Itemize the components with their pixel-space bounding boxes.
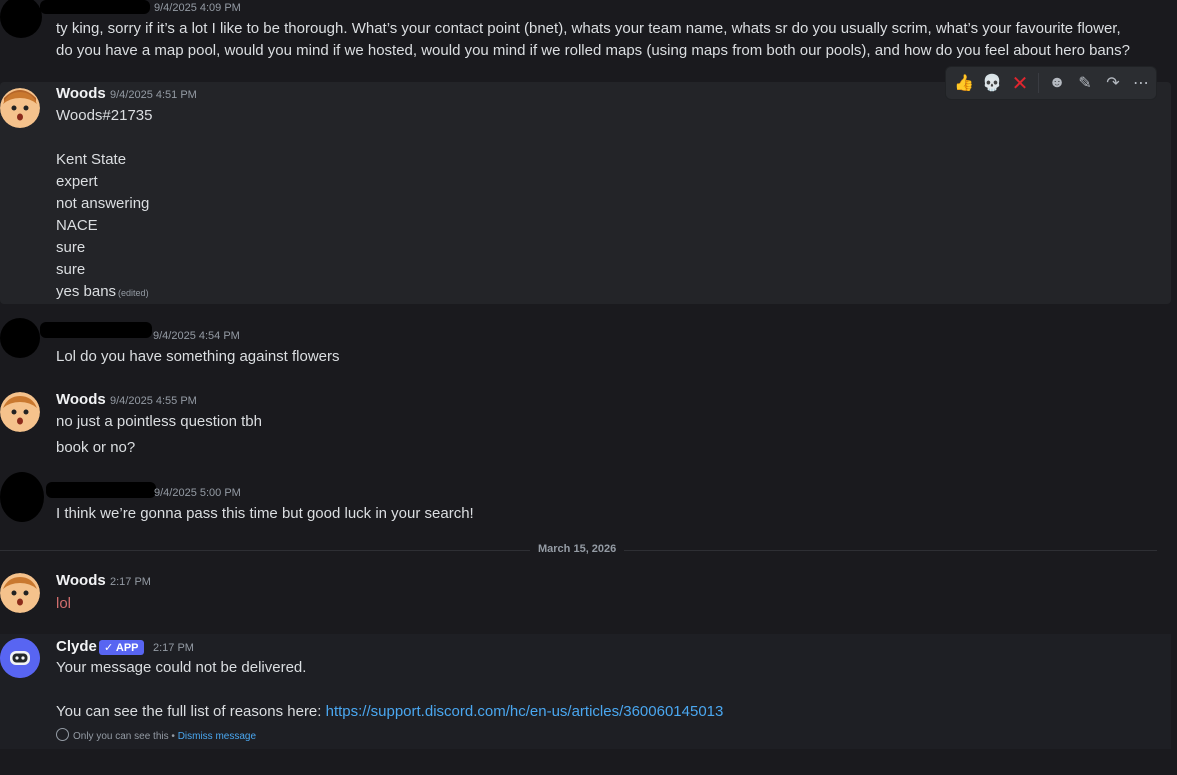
avatar[interactable] <box>0 573 40 613</box>
message-actions-toolbar: 👍 💀 ✕ ☻ ✎ ↷ ⋯ <box>945 66 1157 100</box>
author-name[interactable]: Clyde <box>56 638 97 655</box>
timestamp: 9/4/2025 4:09 PM <box>154 2 241 14</box>
timestamp: 9/4/2025 4:51 PM <box>110 89 197 101</box>
message-text: You can see the full list of reasons her… <box>56 703 326 720</box>
message-line-last: yes bans (edited) <box>56 281 1151 304</box>
timestamp: 9/4/2025 4:55 PM <box>110 395 197 407</box>
redacted-username <box>40 0 150 14</box>
ephemeral-note: Only you can see this • Dismiss message <box>56 728 1151 745</box>
redacted-username <box>40 322 152 338</box>
add-reaction-icon[interactable]: ☻ <box>1047 73 1067 93</box>
message-text: do you have a map pool, would you mind i… <box>56 42 1130 59</box>
message-2[interactable]: Woods 9/4/2025 4:51 PM Woods#21735 Kent … <box>0 82 1171 304</box>
timestamp: 9/4/2025 5:00 PM <box>154 487 241 499</box>
support-link[interactable]: https://support.discord.com/hc/en-us/art… <box>326 703 724 720</box>
more-icon[interactable]: ⋯ <box>1131 73 1151 93</box>
message-line: sure <box>56 239 86 256</box>
separator: • <box>171 731 175 742</box>
message-7-system: Clyde ✓ APP 2:17 PM Your message could n… <box>0 634 1171 749</box>
message-line: not answering <box>56 195 150 212</box>
message-text: Lol do you have something against flower… <box>56 348 340 365</box>
avatar[interactable] <box>0 88 40 128</box>
app-badge-label: APP <box>115 642 139 654</box>
message-line: yes bans <box>56 283 117 300</box>
author-name[interactable]: Woods <box>56 391 106 408</box>
message-text: I think we’re gonna pass this time but g… <box>56 505 474 522</box>
forward-icon[interactable]: ↷ <box>1103 73 1123 93</box>
dismiss-message-link[interactable]: Dismiss message <box>178 731 256 742</box>
message-line: Kent State <box>56 151 127 168</box>
message-6: Woods 2:17 PM lol <box>0 572 1177 622</box>
ephemeral-note-text: Only you can see this <box>73 731 169 742</box>
message-line: Woods#21735 <box>56 107 153 124</box>
author-name[interactable]: Woods <box>56 85 106 102</box>
avatar[interactable] <box>0 318 40 358</box>
message-4: Woods 9/4/2025 4:55 PM no just a pointle… <box>0 390 1177 460</box>
skull-icon[interactable]: 💀 <box>982 73 1002 93</box>
message-text: Your message could not be delivered. <box>56 659 307 676</box>
avatar-face-icon <box>0 88 40 128</box>
eye-icon <box>56 728 69 741</box>
app-badge: ✓ APP <box>99 640 144 655</box>
edited-label: (edited) <box>118 288 149 298</box>
toolbar-separator <box>1038 73 1039 93</box>
message-line: NACE <box>56 217 98 234</box>
date-divider-label: March 15, 2026 <box>530 543 625 555</box>
avatar[interactable] <box>0 392 40 432</box>
message-3: 9/4/2025 4:54 PM Lol do you have somethi… <box>0 318 1177 368</box>
avatar[interactable] <box>0 0 42 38</box>
timestamp: 2:17 PM <box>110 576 151 588</box>
message-line: sure <box>56 261 86 278</box>
avatar-face-icon <box>0 392 40 432</box>
message-text: book or no? <box>56 439 136 456</box>
clyde-bot-icon <box>0 638 40 678</box>
thumbs-up-icon[interactable]: 👍 <box>954 73 974 93</box>
message-text-with-link: You can see the full list of reasons her… <box>56 701 1151 723</box>
timestamp: 2:17 PM <box>153 642 194 654</box>
message-text: no just a pointless question tbh <box>56 413 262 430</box>
avatar[interactable] <box>0 472 44 522</box>
redacted-username <box>46 482 156 498</box>
avatar[interactable] <box>0 638 40 678</box>
author-name[interactable]: Woods <box>56 572 106 589</box>
message-line: expert <box>56 173 98 190</box>
message-5: 9/4/2025 5:00 PM I think we’re gonna pas… <box>0 472 1177 528</box>
timestamp: 9/4/2025 4:54 PM <box>153 330 240 342</box>
edit-icon[interactable]: ✎ <box>1075 73 1095 93</box>
failed-message-text: lol <box>56 595 72 612</box>
cross-mark-icon[interactable]: ✕ <box>1010 73 1030 95</box>
avatar-face-icon <box>0 573 40 613</box>
message-text: ty king, sorry if it’s a lot I like to b… <box>56 20 1121 37</box>
